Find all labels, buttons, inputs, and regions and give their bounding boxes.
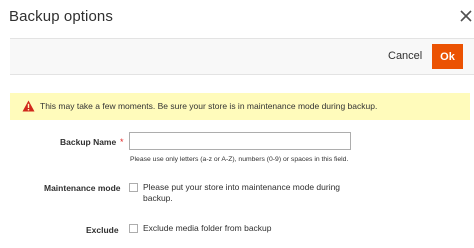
maintenance-mode-text-line2: backup. [143, 193, 173, 203]
backup-name-input[interactable] [129, 132, 351, 150]
close-icon[interactable] [459, 9, 473, 23]
maintenance-mode-checkbox[interactable] [129, 183, 138, 192]
warning-message: This may take a few moments. Be sure you… [10, 93, 470, 120]
backup-name-note: Please use only letters (a-z or A-Z), nu… [130, 156, 349, 163]
required-marker: * [120, 137, 124, 147]
modal-action-bar: Cancel Ok [10, 38, 474, 75]
maintenance-mode-text: Please put your store into maintenance m… [143, 182, 340, 204]
exclude-media-checkbox[interactable] [129, 224, 138, 233]
exclude-label: Exclude [86, 225, 119, 235]
exclude-media-text: Exclude media folder from backup [143, 223, 272, 233]
ok-button[interactable]: Ok [432, 44, 463, 69]
cancel-button[interactable]: Cancel [388, 50, 422, 62]
warning-triangle-icon [22, 100, 35, 112]
backup-options-modal: Backup options Cancel Ok This may take a… [0, 0, 474, 248]
warning-text: This may take a few moments. Be sure you… [40, 101, 378, 111]
backup-name-label: Backup Name [60, 137, 117, 147]
maintenance-mode-label: Maintenance mode [44, 183, 121, 193]
modal-title: Backup options [9, 8, 113, 25]
maintenance-mode-text-line1: Please put your store into maintenance m… [143, 182, 341, 192]
